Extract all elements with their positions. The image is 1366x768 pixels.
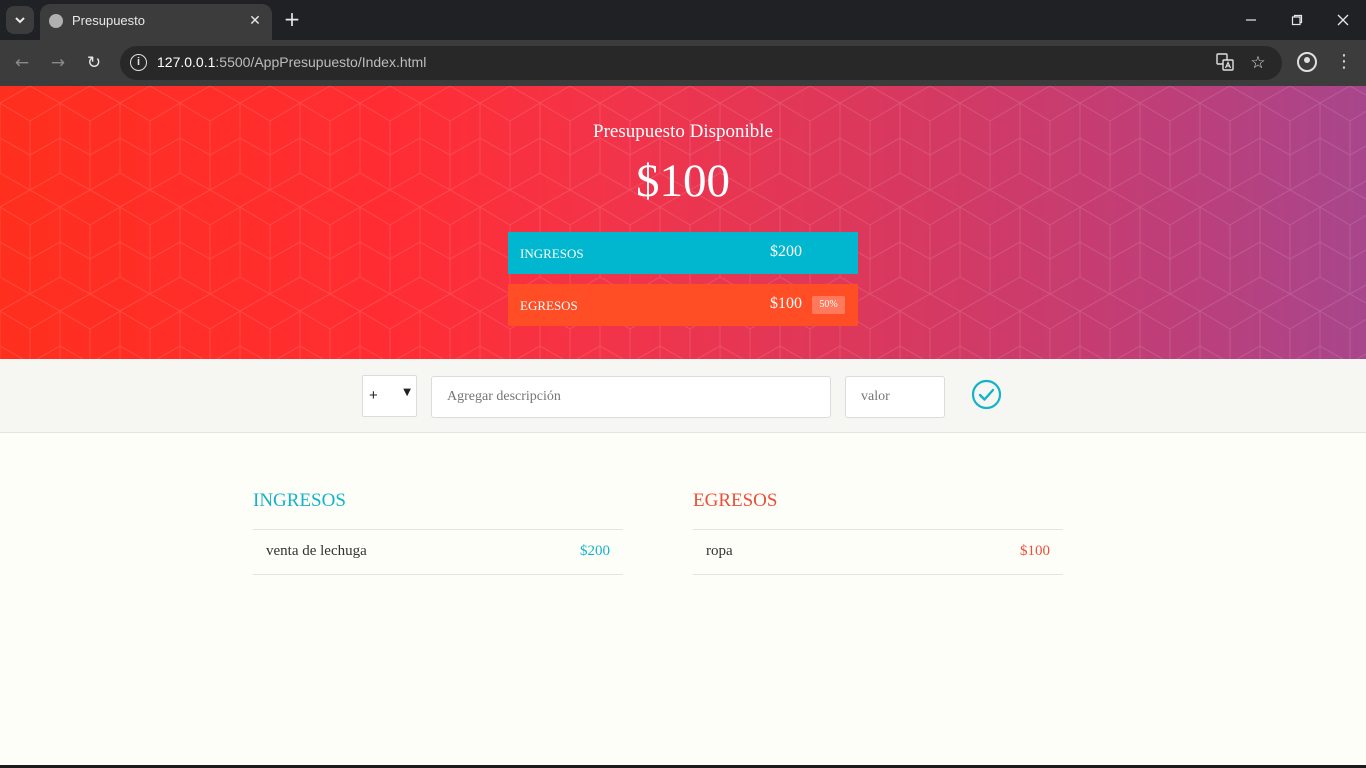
check-circle-icon[interactable] — [971, 379, 1002, 410]
url-path: :5500/AppPresupuesto/Index.html — [215, 54, 427, 70]
close-window-icon — [1337, 14, 1349, 26]
url-text[interactable]: 127.0.0.1:5500/AppPresupuesto/Index.html — [157, 54, 426, 70]
browser-tab[interactable]: Presupuesto ✕ — [40, 4, 272, 40]
tab-search-button[interactable] — [6, 6, 34, 34]
income-list: INGRESOS venta de lechuga $200 — [253, 490, 623, 575]
back-arrow-icon[interactable]: ← — [10, 51, 34, 75]
value-input[interactable]: valor — [845, 376, 945, 418]
chevron-down-icon: ▼ — [403, 387, 411, 398]
info-icon[interactable]: i — [130, 54, 147, 71]
income-summary-label: INGRESOS — [520, 246, 584, 261]
budget-header: Presupuesto Disponible $100 INGRESOS $20… — [0, 86, 1366, 359]
income-summary-value: $200 — [770, 243, 802, 260]
minimize-icon — [1246, 19, 1256, 21]
close-icon[interactable]: ✕ — [246, 12, 264, 30]
expense-summary-value: $100 — [770, 295, 802, 312]
list-item[interactable]: ropa $100 — [693, 530, 1063, 575]
restore-button[interactable] — [1274, 0, 1320, 40]
profile-icon[interactable] — [1297, 52, 1317, 72]
translate-icon[interactable] — [1215, 53, 1235, 73]
close-window-button[interactable] — [1320, 0, 1366, 40]
value-placeholder: valor — [861, 389, 890, 404]
url-host: 127.0.0.1 — [157, 54, 216, 70]
kebab-menu-icon[interactable]: ⋮ — [1334, 52, 1354, 72]
expense-summary-label: EGRESOS — [520, 298, 578, 313]
description-input[interactable]: Agregar descripción — [431, 376, 831, 418]
expense-percentage-badge: 50% — [812, 296, 845, 314]
list-item-description: venta de lechuga — [266, 543, 367, 559]
expense-list: EGRESOS ropa $100 — [693, 490, 1063, 575]
list-item-description: ropa — [706, 543, 733, 559]
tab-title: Presupuesto — [72, 13, 145, 28]
type-select[interactable]: + ▼ — [362, 375, 417, 417]
browser-tabstrip: Presupuesto ✕ + — [0, 0, 1366, 40]
expense-summary: EGRESOS $100 50% — [508, 284, 858, 326]
description-placeholder: Agregar descripción — [447, 389, 561, 404]
restore-icon — [1291, 14, 1303, 26]
list-item-value: $100 — [1020, 543, 1050, 559]
available-budget: $100 — [636, 155, 730, 207]
chevron-down-icon — [15, 17, 25, 24]
reload-icon[interactable]: ↻ — [82, 51, 106, 75]
browser-toolbar: ← → ↻ i 127.0.0.1:5500/AppPresupuesto/In… — [0, 40, 1366, 86]
add-entry-bar: + ▼ Agregar descripción valor — [0, 359, 1366, 433]
expense-list-title: EGRESOS — [693, 490, 1063, 530]
star-icon[interactable]: ☆ — [1248, 53, 1268, 73]
forward-arrow-icon[interactable]: → — [46, 51, 70, 75]
type-select-value: + — [369, 387, 378, 404]
minimize-button[interactable] — [1228, 0, 1274, 40]
income-summary: INGRESOS $200 — [508, 232, 858, 274]
list-item-value: $200 — [580, 543, 610, 559]
income-list-title: INGRESOS — [253, 490, 623, 530]
address-bar[interactable]: i 127.0.0.1:5500/AppPresupuesto/Index.ht… — [120, 46, 1282, 80]
new-tab-button[interactable]: + — [282, 9, 302, 29]
globe-icon — [49, 14, 63, 28]
translate-glyph — [1216, 53, 1234, 71]
budget-title: Presupuesto Disponible — [593, 121, 773, 142]
list-item[interactable]: venta de lechuga $200 — [253, 530, 623, 575]
